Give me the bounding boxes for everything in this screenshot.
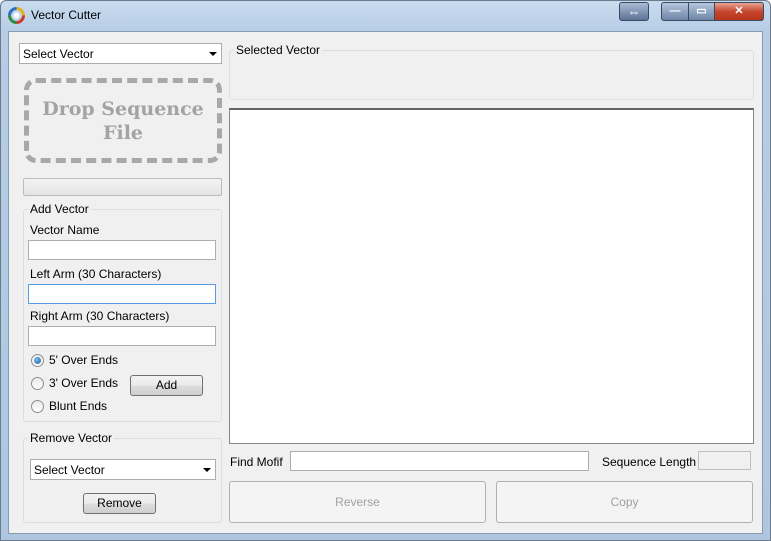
window-title: Vector Cutter (31, 8, 102, 22)
main-window: Vector Cutter ⇔ — ▭ ✕ Select Vector Drop… (0, 0, 771, 541)
add-vector-group: Add Vector Vector Name Left Arm (30 Char… (23, 202, 222, 422)
drop-sequence-file-zone[interactable]: Drop Sequence File (24, 78, 222, 163)
sequence-textarea[interactable] (229, 108, 754, 444)
reverse-button[interactable]: Reverse (229, 481, 486, 523)
radio-5-over-ends-label[interactable]: 5' Over Ends (49, 353, 118, 367)
sequence-length-value (698, 451, 751, 470)
find-motif-label: Find Mofif (230, 455, 283, 469)
radio-3-over-ends[interactable] (31, 377, 44, 390)
minimize-icon: — (669, 5, 681, 17)
left-arm-label: Left Arm (30 Characters) (30, 267, 162, 281)
radio-blunt-ends[interactable] (31, 400, 44, 413)
vector-name-input[interactable] (28, 240, 216, 260)
title-bar[interactable]: Vector Cutter ⇔ — ▭ ✕ (1, 1, 770, 31)
drop-zone-text: Drop Sequence File (42, 97, 204, 145)
add-button[interactable]: Add (130, 375, 203, 396)
progress-bar (23, 178, 222, 196)
left-arm-input[interactable] (28, 284, 216, 304)
find-motif-input[interactable] (290, 451, 589, 471)
vector-cutter-app-icon (8, 7, 25, 24)
chevron-down-icon (209, 52, 217, 56)
right-arm-label: Right Arm (30 Characters) (30, 309, 170, 323)
copy-button[interactable]: Copy (496, 481, 753, 523)
add-vector-legend: Add Vector (28, 202, 91, 216)
remove-button[interactable]: Remove (83, 493, 156, 514)
remove-vector-group: Remove Vector Select Vector Remove (23, 431, 222, 523)
vector-name-label: Vector Name (30, 223, 100, 237)
drop-zone-line-2: File (102, 121, 143, 144)
maximize-button[interactable]: ▭ (688, 2, 715, 21)
double-arrow-icon: ⇔ (627, 4, 641, 19)
remove-vector-legend: Remove Vector (28, 431, 115, 445)
radio-3-over-ends-label[interactable]: 3' Over Ends (49, 376, 118, 390)
select-vector-dropdown[interactable]: Select Vector (19, 43, 222, 64)
remove-select-vector-value: Select Vector (34, 463, 105, 477)
radio-5-over-ends[interactable] (31, 354, 44, 367)
sequence-length-label: Sequence Length (602, 455, 697, 469)
drop-zone-line-1: Drop Sequence (42, 97, 204, 120)
maximize-icon: ▭ (696, 5, 707, 17)
resize-arrows-button[interactable]: ⇔ (619, 2, 649, 21)
radio-blunt-ends-label[interactable]: Blunt Ends (49, 399, 107, 413)
client-area: Select Vector Drop Sequence File Add Vec… (8, 31, 763, 534)
close-button[interactable]: ✕ (714, 2, 764, 21)
selected-vector-group: Selected Vector (229, 43, 754, 100)
select-vector-value: Select Vector (23, 47, 94, 61)
close-icon: ✕ (734, 5, 744, 17)
selected-vector-legend: Selected Vector (234, 43, 323, 57)
right-arm-input[interactable] (28, 326, 216, 346)
remove-select-vector-dropdown[interactable]: Select Vector (30, 459, 216, 480)
minimize-button[interactable]: — (661, 2, 689, 21)
chevron-down-icon (203, 468, 211, 472)
